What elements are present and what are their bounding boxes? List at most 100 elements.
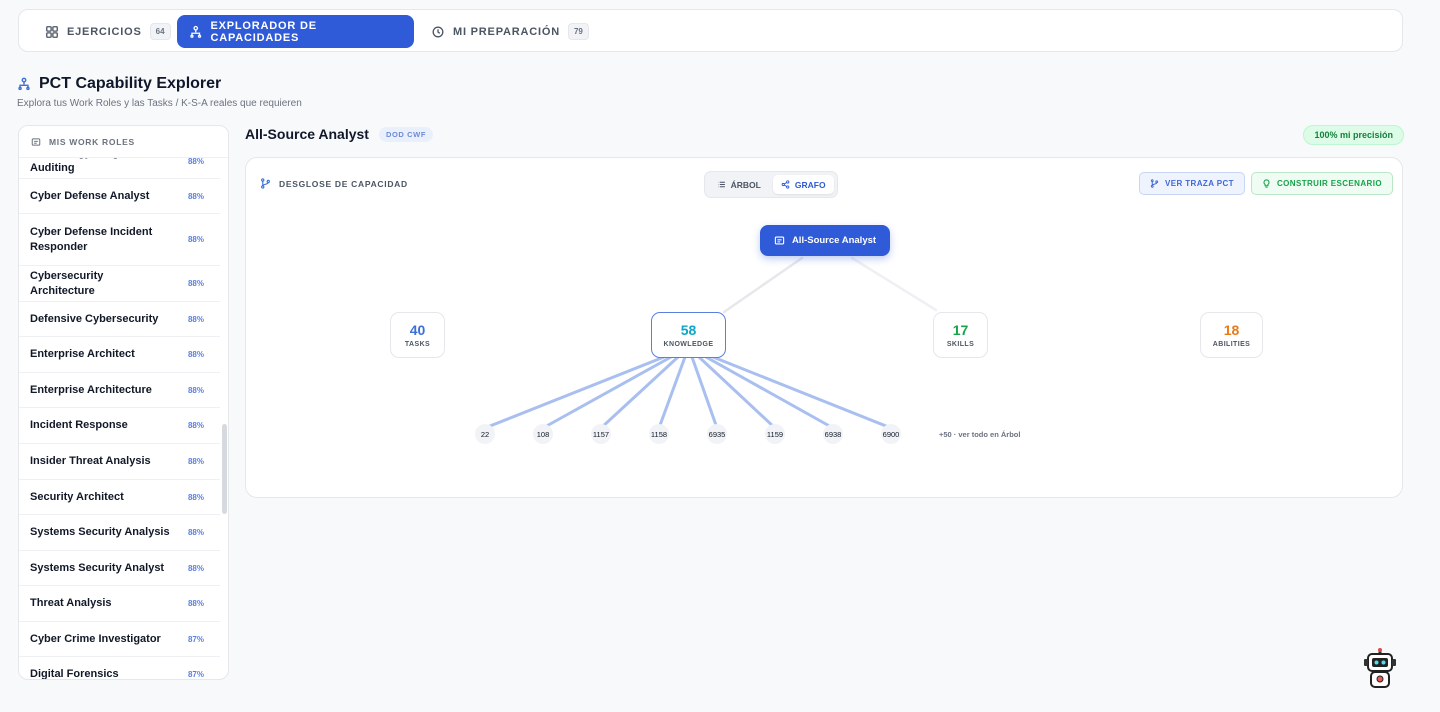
tab-explorador[interactable]: EXPLORADOR DE CAPACIDADES	[177, 15, 414, 48]
role-match-percent: 88%	[187, 279, 204, 288]
role-match-percent: 88%	[187, 314, 204, 324]
sidebar-role-item[interactable]: Enterprise Architect 88%	[19, 337, 220, 373]
view-trace-button[interactable]: VER TRAZA PCT	[1139, 172, 1245, 195]
role-name: Cyber Crime Investigator	[30, 632, 161, 645]
id-card-icon	[774, 236, 785, 245]
sidebar-heading: MIS WORK ROLES	[19, 126, 228, 158]
tab-label: EXPLORADOR DE CAPACIDADES	[210, 19, 317, 44]
role-name: Cyber Defense Incident Responder	[30, 225, 153, 253]
category-label: TASKS	[404, 341, 431, 348]
hierarchy-icon	[190, 25, 202, 38]
toggle-graph[interactable]: GRAFO	[772, 175, 834, 194]
role-match-percent: 88%	[187, 235, 204, 244]
role-name: Systems Security Analyst	[30, 561, 165, 574]
page-title: PCT Capability Explorer	[39, 75, 222, 92]
sidebar-role-item[interactable]: Enterprise Architecture 88%	[19, 373, 220, 408]
role-name: Technology Program Auditing	[30, 158, 139, 174]
category-node-knowledge[interactable]: 58 KNOWLEDGE	[651, 312, 726, 358]
role-match-percent: 88%	[187, 599, 204, 608]
sidebar-scrollbar[interactable]	[222, 424, 227, 514]
category-node-skills[interactable]: 17 SKILLS	[933, 312, 988, 358]
role-name: Defensive Cybersecurity	[30, 312, 159, 325]
graph-edge	[722, 256, 804, 314]
category-count: 17	[952, 322, 969, 338]
role-list[interactable]: Technology Program Auditing88%Cyber Defe…	[19, 158, 220, 679]
graph-edge	[657, 355, 687, 430]
tab-mi-preparacion[interactable]: MI PREPARACIÓN 79	[419, 15, 601, 48]
sidebar-role-item[interactable]: Threat Analysis 88%	[19, 586, 220, 622]
sidebar-role-item[interactable]: Cybersecurity Architecture 88%	[19, 266, 220, 302]
category-count: 40	[409, 322, 426, 338]
sidebar-role-item[interactable]: Cyber Defense Incident Responder 88%	[19, 214, 220, 266]
role-match-percent: 88%	[187, 385, 204, 395]
graph-root-node[interactable]: All-Source Analyst	[760, 225, 890, 256]
top-tab-bar: EJERCICIOS 64 EXPLORADOR DE CAPACIDADES …	[18, 9, 1403, 52]
knowledge-leaf-node[interactable]: 1158	[649, 424, 669, 444]
role-match-percent: 88%	[187, 492, 204, 502]
sidebar-role-item[interactable]: Defensive Cybersecurity 88%	[19, 302, 220, 337]
build-scenario-button[interactable]: CONSTRUIR ESCENARIO	[1251, 172, 1393, 195]
sidebar-role-item[interactable]: Digital Forensics 87%	[19, 657, 220, 679]
tab-count: 79	[567, 23, 589, 40]
knowledge-leaf-node[interactable]: 22	[475, 424, 495, 444]
history-icon	[432, 26, 444, 37]
category-count: 58	[680, 322, 697, 338]
toggle-tree[interactable]: ÁRBOL	[708, 175, 770, 194]
category-label: SKILLS	[946, 341, 975, 348]
category-node-tasks[interactable]: 40 TASKS	[390, 312, 445, 358]
list-icon	[717, 181, 725, 188]
knowledge-leaf-node[interactable]: 1159	[765, 424, 785, 444]
lightbulb-icon	[1263, 179, 1270, 188]
sidebar-role-item[interactable]: Insider Threat Analysis 88%	[19, 444, 220, 480]
knowledge-leaf-node[interactable]: 6900	[881, 424, 901, 444]
role-match-percent: 88%	[187, 191, 204, 201]
graph-edge	[850, 256, 938, 312]
knowledge-leaf-node[interactable]: 6935	[707, 424, 727, 444]
role-name: Cybersecurity Architecture	[30, 269, 104, 297]
tab-count: 64	[149, 23, 171, 40]
role-match-percent: 87%	[187, 634, 204, 644]
role-name: Cyber Defense Analyst	[30, 189, 150, 202]
sidebar-role-item[interactable]: Systems Security Analyst 88%	[19, 551, 220, 586]
role-match-percent: 87%	[187, 670, 204, 679]
category-label: KNOWLEDGE	[663, 341, 714, 348]
knowledge-leaf-node[interactable]: 6938	[823, 424, 843, 444]
panel-label: DESGLOSE DE CAPACIDAD	[260, 178, 408, 189]
role-name: Security Architect	[30, 490, 124, 503]
sidebar-role-item[interactable]: Systems Security Analysis 88%	[19, 515, 220, 551]
sidebar-role-item[interactable]: Cyber Defense Analyst 88%	[19, 179, 220, 214]
role-match-percent: 88%	[187, 350, 204, 359]
framework-badge: DOD CWF	[378, 126, 433, 142]
sidebar-role-item[interactable]: Technology Program Auditing 88%	[19, 158, 220, 179]
sidebar-role-item[interactable]: Incident Response 88%	[19, 408, 220, 444]
branch-icon	[1150, 179, 1159, 188]
role-name: Enterprise Architecture	[30, 383, 152, 396]
role-title: All-Source Analyst	[245, 126, 369, 142]
category-node-abilities[interactable]: 18 ABILITIES	[1200, 312, 1263, 358]
role-name: Threat Analysis	[30, 597, 112, 609]
sidebar-role-item[interactable]: Security Architect 88%	[19, 480, 220, 515]
graph-edge	[483, 355, 666, 430]
role-name: Insider Threat Analysis	[30, 455, 151, 467]
graph-edge	[704, 355, 835, 430]
see-more-link[interactable]: +50 · ver todo en Árbol	[939, 430, 1020, 439]
graph-edge	[711, 355, 893, 430]
hierarchy-icon	[18, 77, 30, 91]
knowledge-leaf-node[interactable]: 108	[533, 424, 553, 444]
tab-label: MI PREPARACIÓN	[453, 25, 560, 38]
graph-edge	[690, 355, 719, 430]
share-icon	[781, 180, 790, 189]
tab-ejercicios[interactable]: EJERCICIOS 64	[33, 15, 183, 48]
role-match-percent: 88%	[187, 158, 204, 166]
tab-label: EJERCICIOS	[67, 25, 142, 38]
view-toggle: ÁRBOL GRAFO	[704, 171, 838, 198]
knowledge-leaf-node[interactable]: 1157	[591, 424, 611, 444]
sidebar-role-item[interactable]: Cyber Crime Investigator 87%	[19, 622, 220, 657]
role-name: Systems Security Analysis	[30, 526, 170, 538]
work-roles-sidebar: MIS WORK ROLES Technology Program Auditi…	[18, 125, 229, 680]
robot-assistant-icon[interactable]	[1363, 648, 1397, 690]
graph-edge	[541, 355, 673, 430]
grid-icon	[46, 25, 58, 38]
category-count: 18	[1223, 322, 1240, 338]
precision-badge: 100% mi precisión	[1303, 125, 1404, 145]
